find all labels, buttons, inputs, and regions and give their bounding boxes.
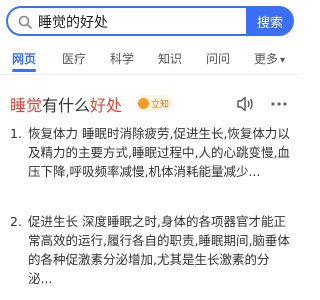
chevron-down-icon: ▾ xyxy=(280,55,286,66)
search-icon xyxy=(18,15,32,29)
result-title-middle: 有什么 xyxy=(42,96,91,115)
badge-icon xyxy=(138,97,149,109)
result-title-keyword-1: 睡觉 xyxy=(10,96,43,115)
search-box[interactable] xyxy=(6,6,248,36)
active-tab-indicator xyxy=(12,69,36,72)
lizhi-badge: 立知 xyxy=(136,95,174,111)
list-item-text: 恢复体力 睡眠时消除疲劳,促进生长,恢复体力以及精力的主要方式,睡眠过程中,人的… xyxy=(28,126,290,179)
result-title[interactable]: 睡觉有什么好处 xyxy=(10,92,122,116)
list-item-number: 2. xyxy=(10,214,22,229)
badge-label: 立知 xyxy=(151,99,170,110)
speaker-icon[interactable] xyxy=(236,96,254,112)
list-item-number: 1. xyxy=(10,126,22,141)
list-item-text: 促进生长 深度睡眠之时,身体的各项器官才能正常高效的运行,履行各自的职责,睡眠期… xyxy=(28,214,290,286)
tab-web[interactable]: 网页 xyxy=(12,50,36,67)
search-bar: 搜索 xyxy=(0,0,300,44)
search-input[interactable] xyxy=(38,11,238,33)
tab-science[interactable]: 科学 xyxy=(110,50,134,67)
tab-knowledge[interactable]: 知识 xyxy=(158,50,182,67)
tab-more[interactable]: 更多 ▾ xyxy=(254,50,285,67)
tab-medical[interactable]: 医疗 xyxy=(62,50,86,67)
tab-more-label: 更多 xyxy=(254,52,279,66)
more-dots-icon[interactable] xyxy=(270,96,288,112)
tab-ask[interactable]: 问问 xyxy=(206,50,230,67)
result-title-keyword-2: 好处 xyxy=(90,96,123,115)
search-button[interactable]: 搜索 xyxy=(246,6,294,36)
tab-bar: 网页 医疗 科学 知识 问问 更多 ▾ xyxy=(0,44,300,75)
